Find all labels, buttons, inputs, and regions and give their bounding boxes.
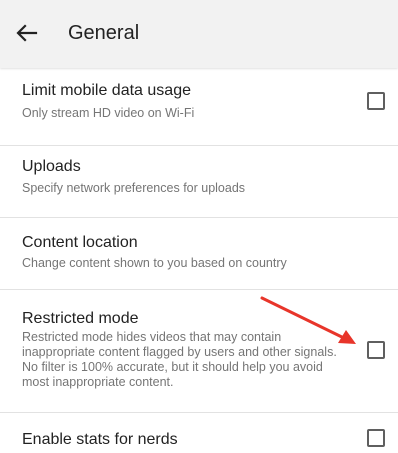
setting-subtitle: Restricted mode hides videos that may co… (22, 330, 337, 389)
app-bar: General (0, 0, 398, 68)
setting-title: Limit mobile data usage (22, 82, 191, 99)
setting-title: Enable stats for nerds (22, 431, 178, 448)
stats-for-nerds-checkbox[interactable] (367, 429, 385, 447)
setting-content-location[interactable]: Content location Change content shown to… (0, 218, 398, 296)
limit-mobile-data-checkbox[interactable] (367, 92, 385, 110)
setting-subtitle: Only stream HD video on Wi-Fi (22, 106, 195, 120)
restricted-mode-checkbox[interactable] (367, 341, 385, 359)
setting-stats-for-nerds[interactable]: Enable stats for nerds (0, 413, 398, 453)
setting-uploads[interactable]: Uploads Specify network preferences for … (0, 146, 398, 224)
setting-title: Content location (22, 234, 138, 251)
setting-subtitle: Specify network preferences for uploads (22, 181, 246, 195)
setting-subtitle: Change content shown to you based on cou… (22, 256, 287, 270)
setting-title: Restricted mode (22, 310, 139, 327)
page-title: General (68, 22, 140, 44)
setting-restricted-mode[interactable]: Restricted mode Restricted mode hides vi… (0, 290, 398, 414)
setting-title: Uploads (22, 158, 81, 175)
arrow-left-icon[interactable] (14, 20, 40, 46)
setting-limit-mobile-data[interactable]: Limit mobile data usage Only stream HD v… (0, 68, 398, 152)
